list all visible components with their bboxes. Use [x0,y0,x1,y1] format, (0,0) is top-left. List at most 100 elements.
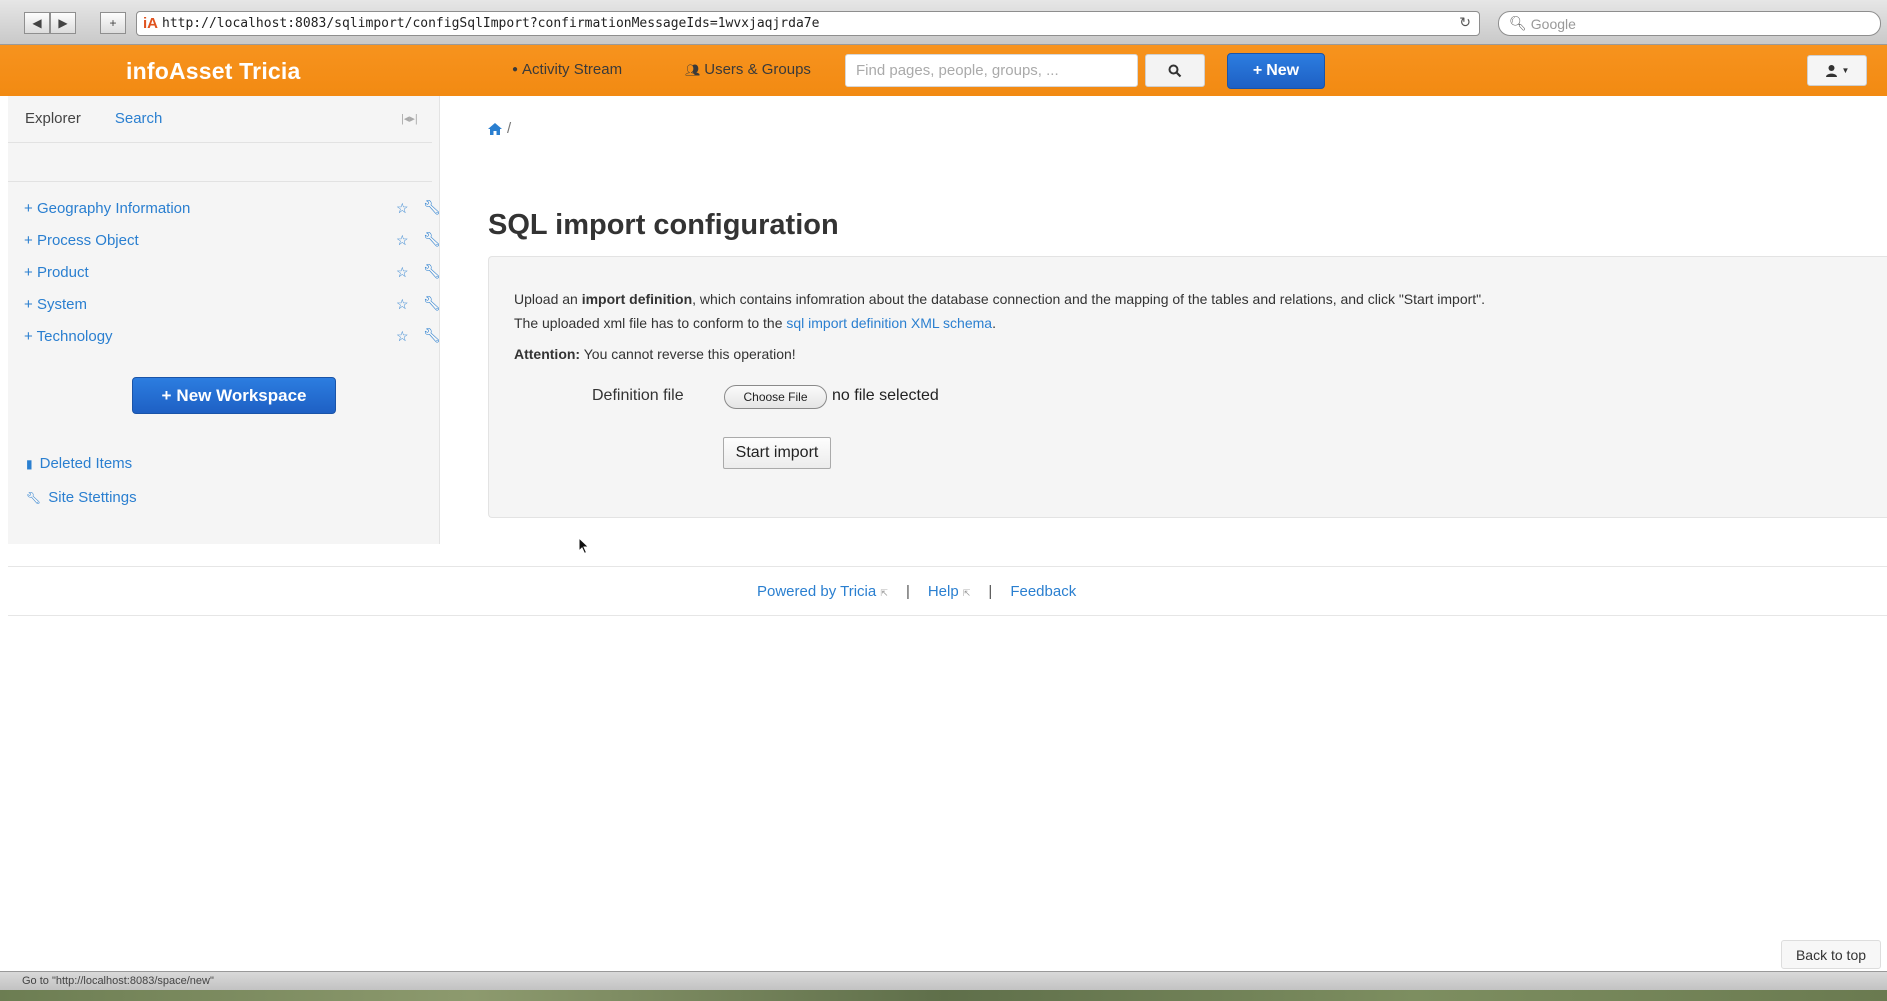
external-link-icon: ⇱ [880,588,888,598]
sidebar-item-label-wrap: + Geography Information [24,200,190,217]
sidebar-item-label: Geography Information [36,200,191,217]
site-settings-link[interactable]: 🔧︎ Site Stettings [26,489,137,506]
sidebar-item-label-wrap: + Technology [24,328,113,345]
sidebar-item-label: System [36,296,87,313]
mouse-cursor-icon [578,537,590,555]
new-button-label: New [1266,62,1300,79]
plus-icon: + [161,385,172,405]
browser-toolbar: ◀ ▶ + iA http://localhost:8083/sqlimport… [0,0,1887,45]
sidebar-item-system[interactable]: + System ☆ 🔧︎ [24,294,444,316]
tab-explorer[interactable]: Explorer [25,110,81,127]
sidebar: Explorer Search |◂▸| + Geography Informa… [8,96,441,544]
back-to-top-button[interactable]: Back to top [1781,940,1881,969]
search-icon [1168,64,1182,77]
breadcrumb-separator: / [507,120,512,137]
tab-search[interactable]: Search [115,110,163,127]
instructions-bold: import definition [581,291,693,307]
sidebar-item-label: Process Object [36,232,139,249]
plus-icon: + [109,16,117,30]
sidebar-item-process-object[interactable]: + Process Object ☆ 🔧︎ [24,230,444,252]
search-button[interactable] [1145,54,1205,87]
users-groups-link[interactable]: 👥︎ Users & Groups [685,61,811,78]
sidebar-tabs: Explorer Search [25,110,162,127]
site-favicon: iA [143,15,158,32]
attention-label: Attention: [514,346,581,362]
sidebar-item-label: Technology [36,328,113,345]
deleted-items-label: Deleted Items [39,455,133,472]
sidebar-divider [8,142,432,143]
browser-search-placeholder: Google [1530,15,1576,32]
users-icon: 👥︎ [685,62,701,77]
browser-status-bar: Go to "http://localhost:8083/space/new" [0,971,1887,990]
footer-separator: | [905,583,910,600]
users-groups-label: Users & Groups [704,61,811,78]
breadcrumb: / [488,120,511,137]
start-import-button[interactable]: Start import [723,437,831,469]
schema-text-part: . [992,315,996,331]
forward-button[interactable]: ▶ [50,12,76,34]
new-workspace-button[interactable]: + New Workspace [132,377,336,414]
star-icon[interactable]: ☆ [396,296,409,313]
powered-by-link[interactable]: Powered by Tricia ⇱ [757,583,888,600]
global-search-input[interactable] [845,54,1138,87]
help-link[interactable]: Help ⇱ [928,583,971,600]
wrench-icon: 🔧︎ [26,490,42,505]
sidebar-item-geography-information[interactable]: + Geography Information ☆ 🔧︎ [24,198,444,220]
app-header: infoAsset Tricia ● Activity Stream 👥︎ Us… [0,45,1887,96]
collapse-sidebar-icon[interactable]: |◂▸| [401,112,418,125]
expand-plus-icon[interactable]: + [24,264,33,281]
home-icon[interactable] [488,122,502,135]
new-button[interactable]: + New [1227,53,1325,89]
browser-search-field[interactable]: 🔍︎ Google [1498,11,1881,36]
wrench-icon[interactable]: 🔧︎ [423,295,441,312]
sidebar-item-label: Product [36,264,89,281]
expand-plus-icon[interactable]: + [24,232,33,249]
schema-link[interactable]: sql import definition XML schema [786,315,992,331]
sidebar-item-technology[interactable]: + Technology ☆ 🔧︎ [24,326,444,348]
wrench-icon[interactable]: 🔧︎ [423,263,441,280]
site-settings-label: Site Stettings [48,489,137,506]
file-status: no file selected [832,387,939,404]
add-bookmark-button[interactable]: + [100,12,126,34]
sidebar-item-label-wrap: + System [24,296,87,313]
wrench-icon[interactable]: 🔧︎ [423,199,441,216]
activity-stream-label: Activity Stream [522,61,623,78]
feedback-link[interactable]: Feedback [1010,583,1076,600]
footer-separator: | [988,583,993,600]
address-bar[interactable]: iA http://localhost:8083/sqlimport/confi… [136,11,1480,36]
back-arrow-icon: ◀ [32,16,42,30]
choose-file-button[interactable]: Choose File [724,385,827,409]
star-icon[interactable]: ☆ [396,200,409,217]
brand-logo[interactable]: infoAsset Tricia [126,58,300,85]
help-label: Help [927,583,959,600]
attention-text: Attention: You cannot reverse this opera… [514,346,796,362]
sidebar-divider [8,181,432,182]
reload-icon[interactable]: ↻ [1459,15,1471,31]
star-icon[interactable]: ☆ [396,264,409,281]
wrench-icon[interactable]: 🔧︎ [423,327,441,344]
forward-arrow-icon: ▶ [58,16,68,30]
deleted-items-link[interactable]: ▮ Deleted Items [26,455,132,472]
instructions-text: Upload an import definition, which conta… [514,291,1485,307]
activity-stream-link[interactable]: ● Activity Stream [512,61,622,78]
import-panel: Upload an import definition, which conta… [488,256,1887,518]
sidebar-item-label-wrap: + Product [24,264,89,281]
expand-plus-icon[interactable]: + [24,328,33,345]
desktop-background [0,990,1887,1001]
instructions-part: Upload an [514,291,582,307]
back-button[interactable]: ◀ [24,12,50,34]
page-title: SQL import configuration [488,209,839,241]
star-icon[interactable]: ☆ [396,232,409,249]
user-menu-button[interactable]: ▼ [1807,55,1867,86]
footer-divider [8,566,1887,567]
star-icon[interactable]: ☆ [396,328,409,345]
footer-divider [8,615,1887,616]
schema-text: The uploaded xml file has to conform to … [514,315,996,331]
powered-by-label: Powered by Tricia [757,583,877,600]
expand-plus-icon[interactable]: + [24,296,33,313]
expand-plus-icon[interactable]: + [24,200,33,217]
sidebar-item-product[interactable]: + Product ☆ 🔧︎ [24,262,444,284]
wrench-icon[interactable]: 🔧︎ [423,231,441,248]
address-bar-url: http://localhost:8083/sqlimport/configSq… [162,16,820,31]
external-link-icon: ⇱ [962,588,971,598]
